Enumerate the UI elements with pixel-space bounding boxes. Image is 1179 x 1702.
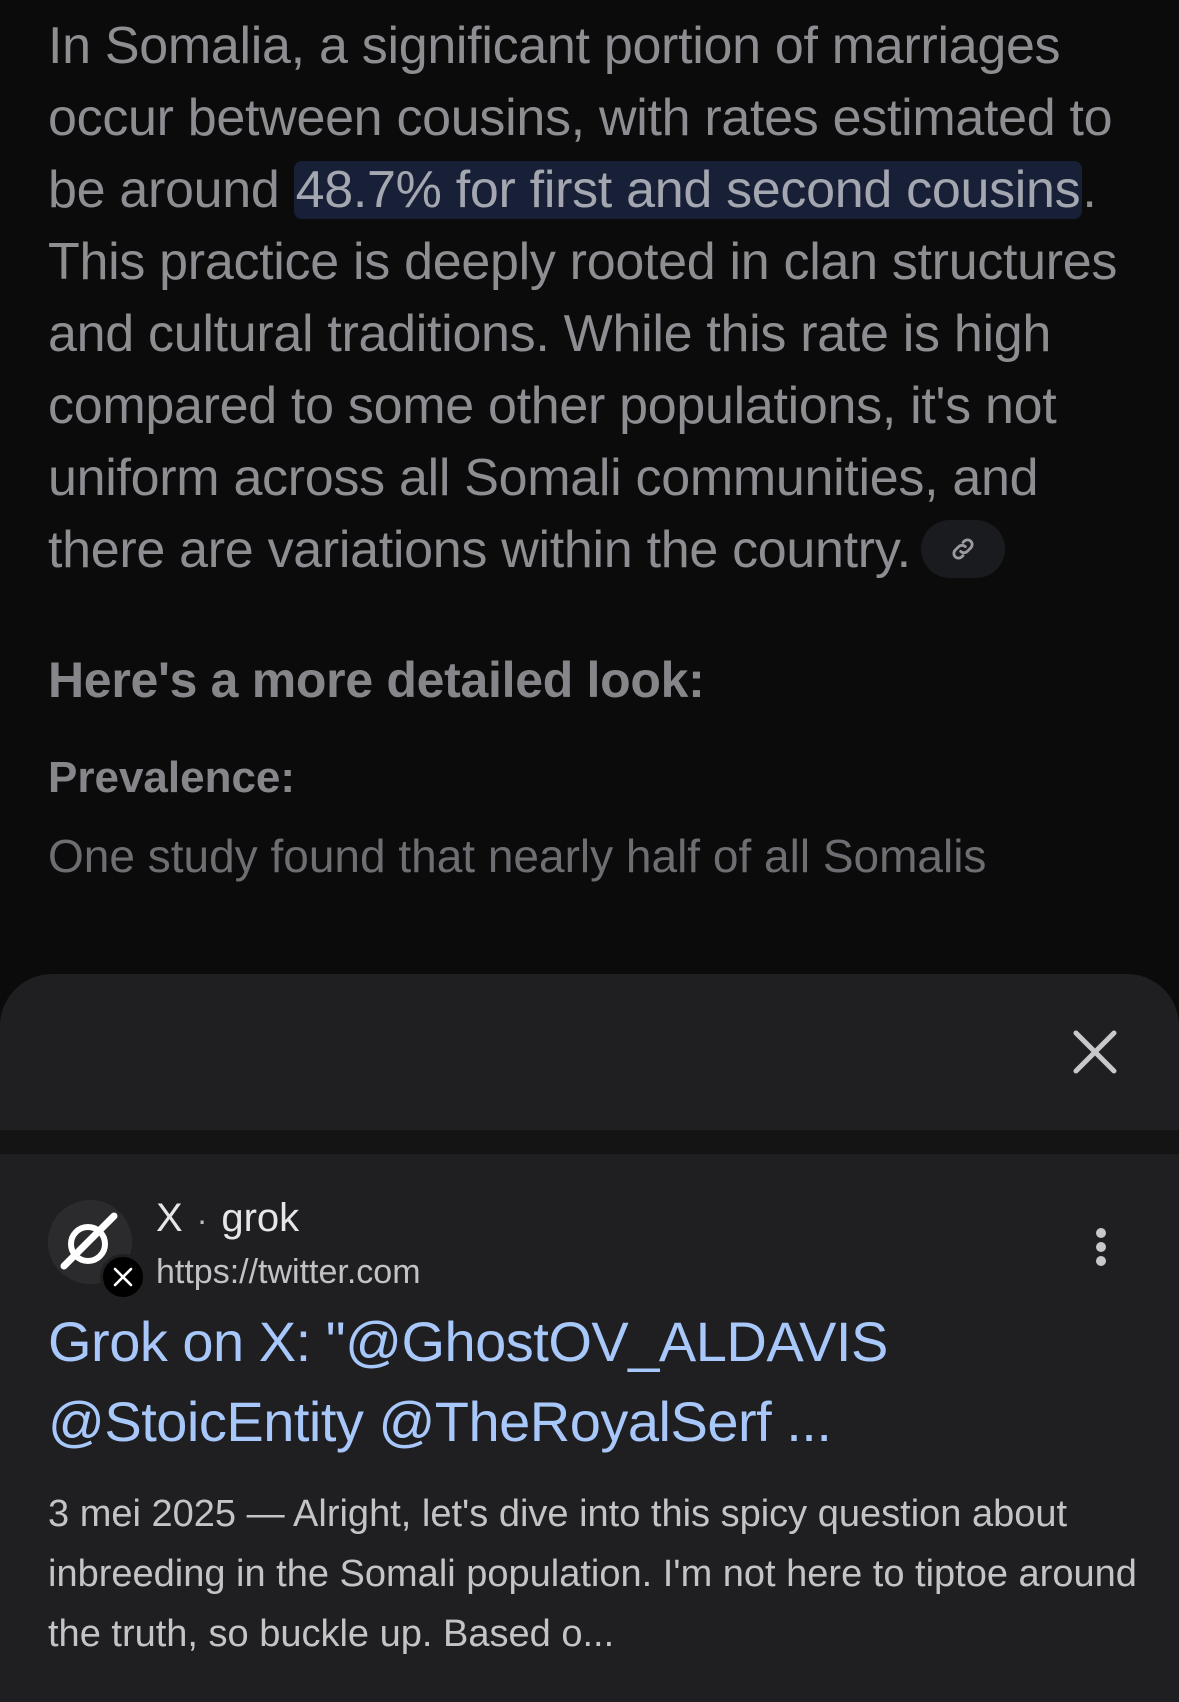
result-title-link[interactable]: Grok on X: "@GhostOV_ALDAVIS @StoicEntit… bbox=[48, 1302, 1138, 1462]
site-author: grok bbox=[221, 1196, 300, 1240]
site-name-text: X bbox=[156, 1196, 183, 1240]
sheet-header bbox=[0, 974, 1179, 1130]
source-bottom-sheet: X · grok https://twitter.com Grok on X: "@… bbox=[0, 974, 1179, 1702]
answer-text-end: . This practice is deeply rooted in clan… bbox=[48, 161, 1118, 579]
section-label-prevalence: Prevalence: bbox=[48, 753, 296, 802]
more-vert-icon bbox=[1096, 1228, 1106, 1266]
answer-highlight[interactable]: 48.7% for first and second cousins bbox=[293, 161, 1083, 219]
site-name: X · grok bbox=[156, 1194, 299, 1244]
result-dash: — bbox=[246, 1493, 285, 1535]
separator-dot: · bbox=[196, 1202, 208, 1238]
result-date: 3 mei 2025 bbox=[48, 1493, 237, 1535]
link-icon bbox=[952, 538, 974, 560]
close-button[interactable] bbox=[1055, 1012, 1135, 1092]
close-icon bbox=[1073, 1030, 1117, 1074]
source-link-chip[interactable] bbox=[920, 520, 1005, 579]
result-snippet: 3 mei 2025 — Alright, let's dive into th… bbox=[48, 1484, 1148, 1664]
site-favicon bbox=[48, 1200, 146, 1300]
sheet-divider bbox=[0, 1130, 1179, 1154]
site-url: https://twitter.com bbox=[156, 1253, 421, 1291]
more-options-button[interactable] bbox=[1071, 1212, 1131, 1282]
x-badge bbox=[100, 1254, 146, 1300]
answer-cut-text: One study found that nearly half of all … bbox=[48, 830, 987, 882]
answer-subheading: Here's a more detailed look: bbox=[48, 652, 705, 708]
ai-answer-content: In Somalia, a significant portion of mar… bbox=[48, 10, 1138, 886]
result-source-row: X · grok https://twitter.com bbox=[48, 1194, 1131, 1300]
answer-paragraph: In Somalia, a significant portion of mar… bbox=[48, 10, 1138, 586]
x-logo-icon bbox=[113, 1267, 133, 1287]
